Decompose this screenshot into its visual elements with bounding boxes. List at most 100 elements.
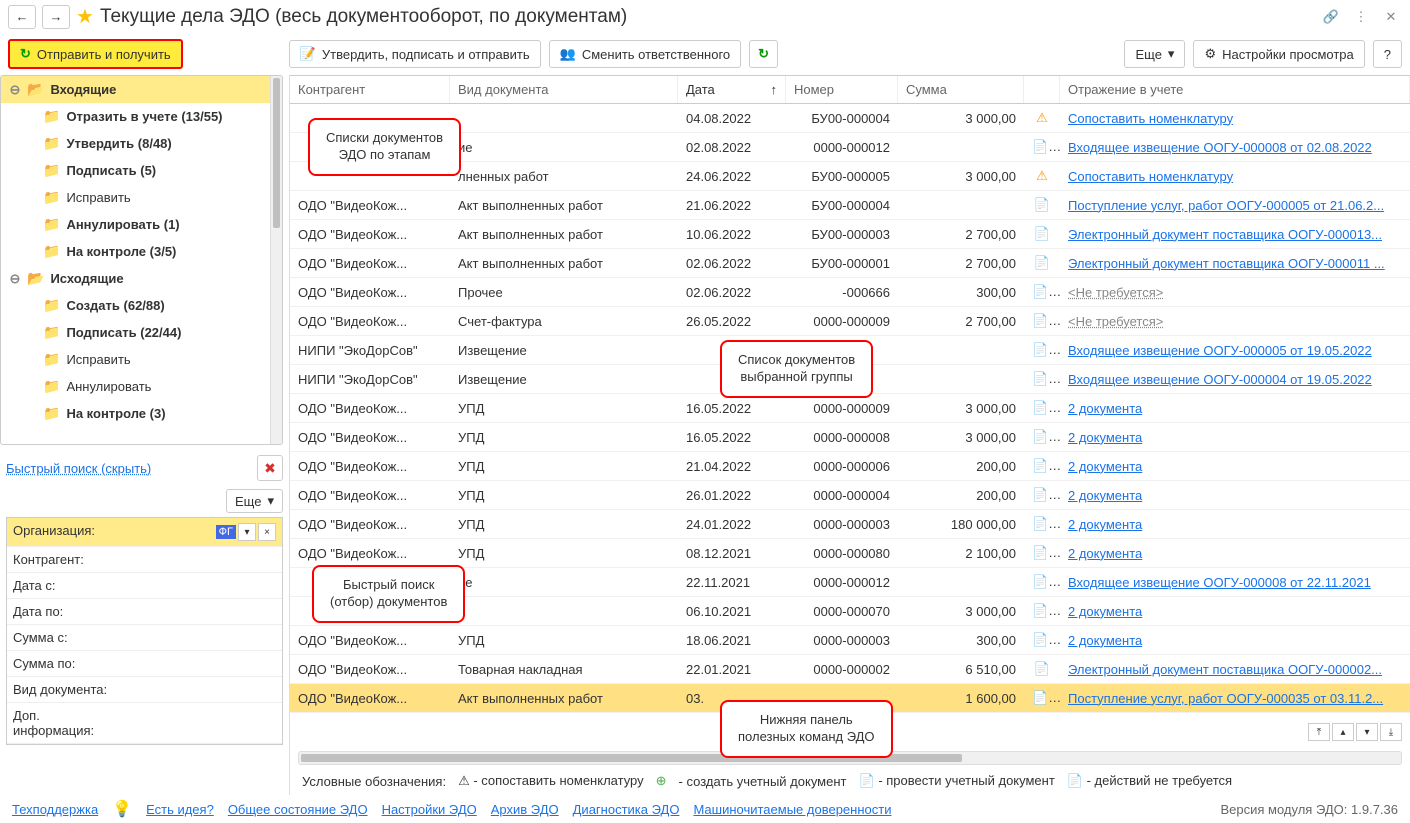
collapse-icon[interactable]: ⊖ <box>9 271 21 287</box>
send-receive-button[interactable]: ↻ Отправить и получить <box>8 39 183 69</box>
idea-link[interactable]: Есть идея? <box>146 802 214 817</box>
filter-sum-from-input[interactable] <box>117 625 282 650</box>
support-link[interactable]: Техподдержка <box>12 802 98 817</box>
col-reflect[interactable]: Отражение в учете <box>1060 76 1410 103</box>
reflect-link[interactable]: Сопоставить номенклатуру <box>1068 169 1233 184</box>
reflect-link[interactable]: 2 документа <box>1068 430 1142 445</box>
table-row[interactable]: ОДО "ВидеоКож...Счет-фактура26.05.202200… <box>290 307 1410 336</box>
tree-item[interactable]: 📁Подписать (5) <box>1 157 282 184</box>
table-row[interactable]: ОДО "ВидеоКож...Акт выполненных работ21.… <box>290 191 1410 220</box>
reflect-link[interactable]: <Не требуется> <box>1068 285 1163 300</box>
reflect-link[interactable]: 2 документа <box>1068 459 1142 474</box>
quick-search-toggle[interactable]: Быстрый поиск (скрыть) <box>6 461 151 476</box>
table-row[interactable]: ОДО "ВидеоКож...Акт выполненных работ02.… <box>290 249 1410 278</box>
reflect-link[interactable]: 2 документа <box>1068 604 1142 619</box>
filter-sum-to-label: Сумма по: <box>7 651 117 676</box>
reflect-link[interactable]: Электронный документ поставщика ООГУ-000… <box>1068 662 1382 677</box>
col-sum[interactable]: Сумма <box>898 76 1024 103</box>
cell-date: 24.06.2022 <box>678 167 786 186</box>
filter-more-button[interactable]: Еще ▾ <box>226 489 283 513</box>
tree-item[interactable]: 📁Исправить <box>1 346 282 373</box>
table-row[interactable]: ОДО "ВидеоКож...УПД21.04.20220000-000006… <box>290 452 1410 481</box>
reflect-link[interactable]: 2 документа <box>1068 517 1142 532</box>
scroll-up-button[interactable]: ▴ <box>1332 723 1354 741</box>
tree-item[interactable]: 📁На контроле (3/5) <box>1 238 282 265</box>
tree-item[interactable]: 📁Отразить в учете (13/55) <box>1 103 282 130</box>
nav-back-button[interactable]: ← <box>8 5 36 29</box>
reflect-link[interactable]: Электронный документ поставщика ООГУ-000… <box>1068 227 1382 242</box>
scroll-bottom-button[interactable]: ⤓ <box>1380 723 1402 741</box>
table-row[interactable]: ОДО "ВидеоКож...Прочее02.06.2022-0006663… <box>290 278 1410 307</box>
help-button[interactable]: ? <box>1373 40 1402 68</box>
reflect-link[interactable]: Входящее извещение ООГУ-000005 от 19.05.… <box>1068 343 1372 358</box>
tree-item[interactable]: 📁На контроле (3) <box>1 400 282 427</box>
nav-forward-button[interactable]: → <box>42 5 70 29</box>
table-row[interactable]: ОДО "ВидеоКож...УПД24.01.20220000-000003… <box>290 510 1410 539</box>
approve-sign-send-button[interactable]: 📝 Утвердить, подписать и отправить <box>289 40 541 68</box>
close-icon[interactable]: ✕ <box>1380 6 1402 28</box>
reflect-link[interactable]: 2 документа <box>1068 633 1142 648</box>
filter-date-to-input[interactable] <box>117 599 282 624</box>
table-row[interactable]: ОДО "ВидеоКож...УПД16.05.20220000-000009… <box>290 394 1410 423</box>
clear-field-button[interactable]: × <box>258 523 276 541</box>
table-row[interactable]: ОДО "ВидеоКож...Товарная накладная22.01.… <box>290 655 1410 684</box>
link-icon[interactable]: 🔗 <box>1320 6 1342 28</box>
favorite-star-icon[interactable]: ★ <box>76 4 94 29</box>
more-button[interactable]: Еще ▾ <box>1124 40 1185 68</box>
filter-extra-input[interactable] <box>117 703 282 743</box>
reflect-link[interactable]: Сопоставить номенклатуру <box>1068 111 1233 126</box>
tree-incoming[interactable]: ⊖ 📂 Входящие <box>1 76 282 103</box>
edo-archive-link[interactable]: Архив ЭДО <box>491 802 559 817</box>
reflect-link[interactable]: Входящее извещение ООГУ-000008 от 22.11.… <box>1068 575 1371 590</box>
reflect-link[interactable]: Поступление услуг, работ ООГУ-000035 от … <box>1068 691 1383 706</box>
edo-diag-link[interactable]: Диагностика ЭДО <box>573 802 680 817</box>
scroll-down-button[interactable]: ▾ <box>1356 723 1378 741</box>
table-row[interactable]: ОДО "ВидеоКож...Акт выполненных работ10.… <box>290 220 1410 249</box>
col-num[interactable]: Номер <box>786 76 898 103</box>
refresh-button[interactable]: ↻ <box>749 40 778 68</box>
view-settings-button[interactable]: ⚙ Настройки просмотра <box>1193 40 1364 68</box>
cell-sum: 3 000,00 <box>898 109 1024 128</box>
clear-search-button[interactable]: ✖ <box>257 455 283 481</box>
filter-sum-to-input[interactable] <box>117 651 282 676</box>
reflect-link[interactable]: 2 документа <box>1068 401 1142 416</box>
table-row[interactable]: ОДО "ВидеоКож...УПД16.05.20220000-000008… <box>290 423 1410 452</box>
reflect-link[interactable]: 2 документа <box>1068 488 1142 503</box>
filter-agent-input[interactable] <box>117 547 282 572</box>
reflect-link[interactable]: 2 документа <box>1068 546 1142 561</box>
table-row[interactable]: ОДО "ВидеоКож...УПД18.06.20210000-000003… <box>290 626 1410 655</box>
col-agent[interactable]: Контрагент <box>290 76 450 103</box>
tree-scrollbar[interactable] <box>270 76 282 444</box>
reflect-link[interactable]: Электронный документ поставщика ООГУ-000… <box>1068 256 1385 271</box>
cell-num: 0000-000080 <box>786 544 898 563</box>
table-row[interactable]: ОДО "ВидеоКож...УПД26.01.20220000-000004… <box>290 481 1410 510</box>
kebab-menu-icon[interactable]: ⋮ <box>1350 6 1372 28</box>
tree-outgoing[interactable]: ⊖ 📂 Исходящие <box>1 265 282 292</box>
reflect-link[interactable]: Поступление услуг, работ ООГУ-000005 от … <box>1068 198 1384 213</box>
edo-mchd-link[interactable]: Машиночитаемые доверенности <box>693 802 891 817</box>
tree-item[interactable]: 📁Создать (62/88) <box>1 292 282 319</box>
edo-status-link[interactable]: Общее состояние ЭДО <box>228 802 368 817</box>
filter-org-value[interactable]: ФГ <box>216 525 236 539</box>
col-doc[interactable]: Вид документа <box>450 76 678 103</box>
lightbulb-icon: 💡 <box>112 799 132 819</box>
tree-item[interactable]: 📁Аннулировать (1) <box>1 211 282 238</box>
table-row[interactable]: ОДО "ВидеоКож...УПД08.12.20210000-000080… <box>290 539 1410 568</box>
filter-doc-type-input[interactable] <box>117 677 282 702</box>
scroll-top-button[interactable]: ⤒ <box>1308 723 1330 741</box>
dropdown-button[interactable]: ▾ <box>238 523 256 541</box>
reflect-link[interactable]: Входящее извещение ООГУ-000008 от 02.08.… <box>1068 140 1372 155</box>
tree-item[interactable]: 📁Подписать (22/44) <box>1 319 282 346</box>
reflect-link[interactable]: <Не требуется> <box>1068 314 1163 329</box>
tree-item[interactable]: 📁Утвердить (8/48) <box>1 130 282 157</box>
cell-date: 21.04.2022 <box>678 457 786 476</box>
tree-item[interactable]: 📁Исправить <box>1 184 282 211</box>
change-responsible-button[interactable]: 👥 Сменить ответственного <box>549 40 742 68</box>
tree-item[interactable]: 📁Аннулировать <box>1 373 282 400</box>
edo-settings-link[interactable]: Настройки ЭДО <box>382 802 477 817</box>
cell-num: БУ00-000001 <box>786 254 898 273</box>
filter-date-from-input[interactable] <box>117 573 282 598</box>
col-date[interactable]: Дата↑ <box>678 76 786 103</box>
reflect-link[interactable]: Входящее извещение ООГУ-000004 от 19.05.… <box>1068 372 1372 387</box>
collapse-icon[interactable]: ⊖ <box>9 82 21 98</box>
